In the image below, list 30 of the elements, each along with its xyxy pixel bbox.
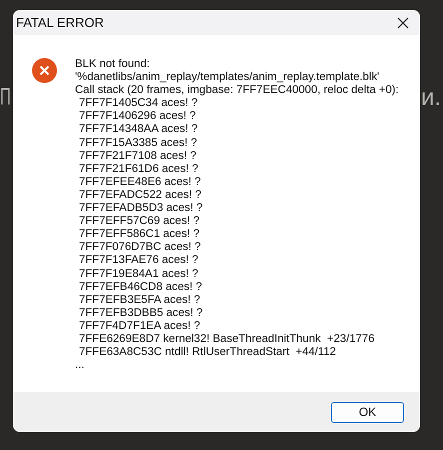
stack-frame: 7FF7EFADC522 aces! ? xyxy=(75,188,399,202)
background-text: П xyxy=(0,82,11,113)
stack-frame: 7FF7EFF57C69 aces! ? xyxy=(75,215,399,228)
stack-frame: 7FF7EFADB5D3 aces! ? xyxy=(75,202,399,216)
stack-frame: 7FF7F1405C34 aces! ? xyxy=(75,97,399,110)
close-icon[interactable] xyxy=(397,16,409,28)
stack-frame: 7FF7F21F61D6 aces! ? xyxy=(75,162,399,176)
stack-frame: 7FF7EFF586C1 aces! ? xyxy=(75,228,399,242)
stack-frame: 7FF7F13FAE76 aces! ? xyxy=(75,254,399,268)
stack-frame: 7FF7F15A3385 aces! ? xyxy=(75,136,399,150)
stack-frame: 7FFE6269E8D7 kernel32! BaseThreadInitThunk +23/1776 xyxy=(75,332,399,346)
ellipsis-text: ... xyxy=(75,359,86,372)
stack-frame: 7FF7EFEE48E6 aces! ? xyxy=(75,176,399,189)
message-line: '%danetlibs/anim_replay/templates/anim_replay.template.blk' xyxy=(75,71,380,84)
stack-frame: 7FF7F19E84A1 aces! ? xyxy=(75,268,399,281)
stack-frame: 7FF7EFB3E5FA aces! ? xyxy=(75,294,399,307)
window-title: FATAL ERROR xyxy=(16,15,104,30)
stack-frame: 7FF7F21F7108 aces! ? xyxy=(75,150,399,163)
stack-frame: 7FF7F4D7F1EA aces! ? xyxy=(75,320,399,333)
error-icon xyxy=(32,58,57,83)
message-line: BLK not found: xyxy=(75,58,151,72)
stack-frame: 7FF7EFB46CD8 aces! ? xyxy=(75,280,399,294)
background-text: и. xyxy=(421,84,442,112)
stack-frame: 7FF7EFB3DBB5 aces! ? xyxy=(75,306,399,320)
stack-frame: 7FFE63A8C53C ntdll! RtlUserThreadStart +44/112 xyxy=(75,346,399,360)
stack-frame: 7FF7F076D7BC aces! ? xyxy=(75,241,399,254)
stack-frame: 7FF7F14348AA aces! ? xyxy=(75,123,399,137)
stack-frame: 7FF7F1406296 aces! ? xyxy=(75,110,399,124)
ok-button[interactable]: OK xyxy=(331,402,404,422)
message-line: Call stack (20 frames, imgbase: 7FF7EEC40000, reloc delta +0): xyxy=(75,84,399,98)
